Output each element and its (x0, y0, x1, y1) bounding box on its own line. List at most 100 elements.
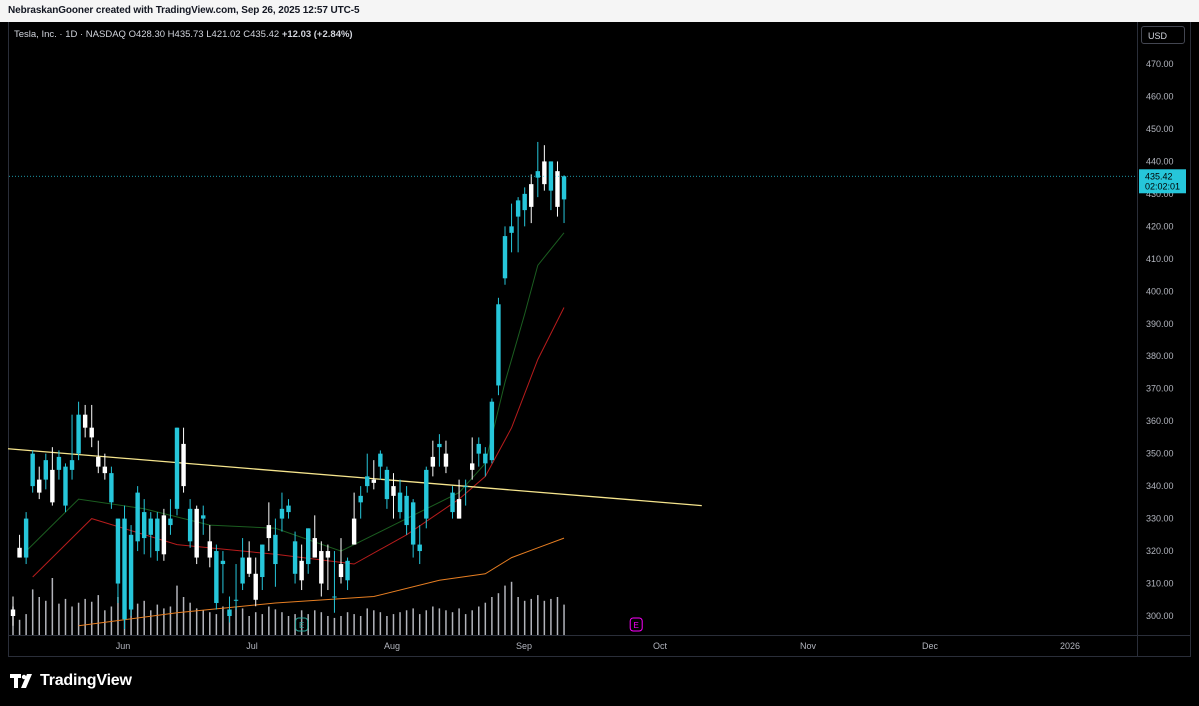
candle-body (483, 453, 488, 464)
candle-body (443, 453, 449, 467)
candle-body (96, 456, 101, 467)
candle-body (502, 236, 508, 279)
candle-body (489, 401, 495, 461)
y-tick-label: 410.00 (1146, 254, 1174, 264)
volume-bar (458, 608, 460, 635)
candle-body (187, 508, 193, 542)
candle-body (63, 466, 68, 506)
volume-bar (418, 614, 421, 635)
candle-body (240, 557, 245, 584)
y-tick-label: 380.00 (1146, 351, 1174, 361)
low-value: 421.02 (211, 29, 241, 40)
volume-bar (530, 598, 532, 635)
candle-body (515, 200, 521, 217)
volume-bar (478, 606, 480, 635)
candle-body (233, 599, 239, 601)
candle-body (181, 443, 186, 487)
candle-body (319, 551, 324, 584)
y-tick-label: 420.00 (1146, 221, 1174, 231)
volume-bar (71, 606, 73, 635)
candle-body (115, 518, 121, 584)
volume-bar (359, 616, 362, 635)
candle-body (476, 443, 481, 454)
currency-button[interactable]: USD (1141, 26, 1185, 44)
candle-body (522, 193, 527, 211)
candle-body (332, 596, 337, 598)
tradingview-logo-text: TradingView (40, 672, 132, 689)
candle-body (174, 427, 180, 509)
candle-body (365, 476, 370, 487)
candle-body (561, 176, 567, 200)
volume-bar (97, 595, 100, 635)
y-tick-label: 310.00 (1146, 579, 1174, 589)
volume-bar (556, 597, 559, 635)
ohlc-legend: Tesla, Inc. · 1D · NASDAQ O428.30 H435.7… (14, 29, 353, 40)
candle-body (82, 414, 88, 428)
x-tick-label: Aug (384, 641, 400, 651)
candle-body (128, 534, 134, 610)
y-tick-label: 360.00 (1146, 416, 1174, 426)
y-tick-label: 300.00 (1146, 611, 1174, 621)
x-tick-label: Dec (922, 641, 939, 651)
symbol-label: Tesla, Inc. · 1D · NASDAQ (14, 29, 126, 40)
volume-bar (471, 610, 473, 635)
volume-bar (412, 608, 414, 635)
volume-bar (484, 602, 487, 635)
tradingview-logo[interactable]: TradingView (10, 672, 132, 690)
volume-bar (537, 595, 539, 635)
candle-body (312, 538, 317, 558)
candle-body (37, 479, 42, 493)
volume-bar (327, 616, 329, 635)
volume-bar (176, 585, 178, 635)
volume-bar (320, 612, 323, 635)
candle-body (384, 469, 390, 500)
high-value: 435.73 (174, 29, 204, 40)
volume-bar (510, 581, 513, 635)
candle-body (351, 518, 357, 545)
volume-bar (163, 608, 165, 635)
candle-body (378, 453, 383, 467)
candle-body (227, 609, 232, 616)
volume-bar (189, 602, 191, 635)
candle-body (30, 453, 35, 487)
candle-body (69, 460, 75, 470)
candle-body (404, 495, 409, 526)
y-tick-label: 350.00 (1146, 449, 1174, 459)
volume-bar (451, 612, 454, 635)
volume-bar (254, 612, 257, 635)
volume-bar (268, 606, 270, 635)
y-tick-label: 340.00 (1146, 481, 1174, 491)
candle-body (43, 460, 48, 480)
volume-bar (58, 603, 60, 635)
volume-bar (248, 616, 250, 635)
volume-bar (84, 598, 86, 635)
volume-bar (504, 585, 506, 635)
candle-body (220, 560, 226, 565)
candle-body (417, 544, 422, 552)
candle-body (17, 547, 22, 558)
y-tick-label: 460.00 (1146, 91, 1174, 101)
candle-body (345, 560, 350, 581)
candle-body (102, 466, 108, 474)
candle-body (470, 463, 475, 470)
candle-body (253, 573, 258, 600)
volume-bar (64, 598, 67, 635)
close-value: 435.42 (250, 29, 280, 40)
volume-bar (425, 610, 428, 635)
candle-body (168, 518, 173, 526)
volume-bar (281, 612, 283, 635)
volume-bar (90, 601, 93, 635)
candle-body (509, 226, 514, 233)
candle-body (292, 541, 298, 574)
chart-canvas[interactable]: E E470.00460.00450.00440.00430.00420.0041… (0, 0, 1199, 706)
volume-bar (432, 606, 434, 635)
volume-bar (274, 609, 277, 635)
x-tick-label: Jul (246, 641, 258, 651)
volume-bar (379, 612, 382, 635)
volume-bar (51, 578, 54, 635)
volume-bar (464, 614, 467, 635)
candle-body (325, 551, 331, 558)
y-tick-label: 400.00 (1146, 286, 1174, 296)
volume-bar (38, 597, 40, 635)
volume-bar (143, 600, 145, 635)
